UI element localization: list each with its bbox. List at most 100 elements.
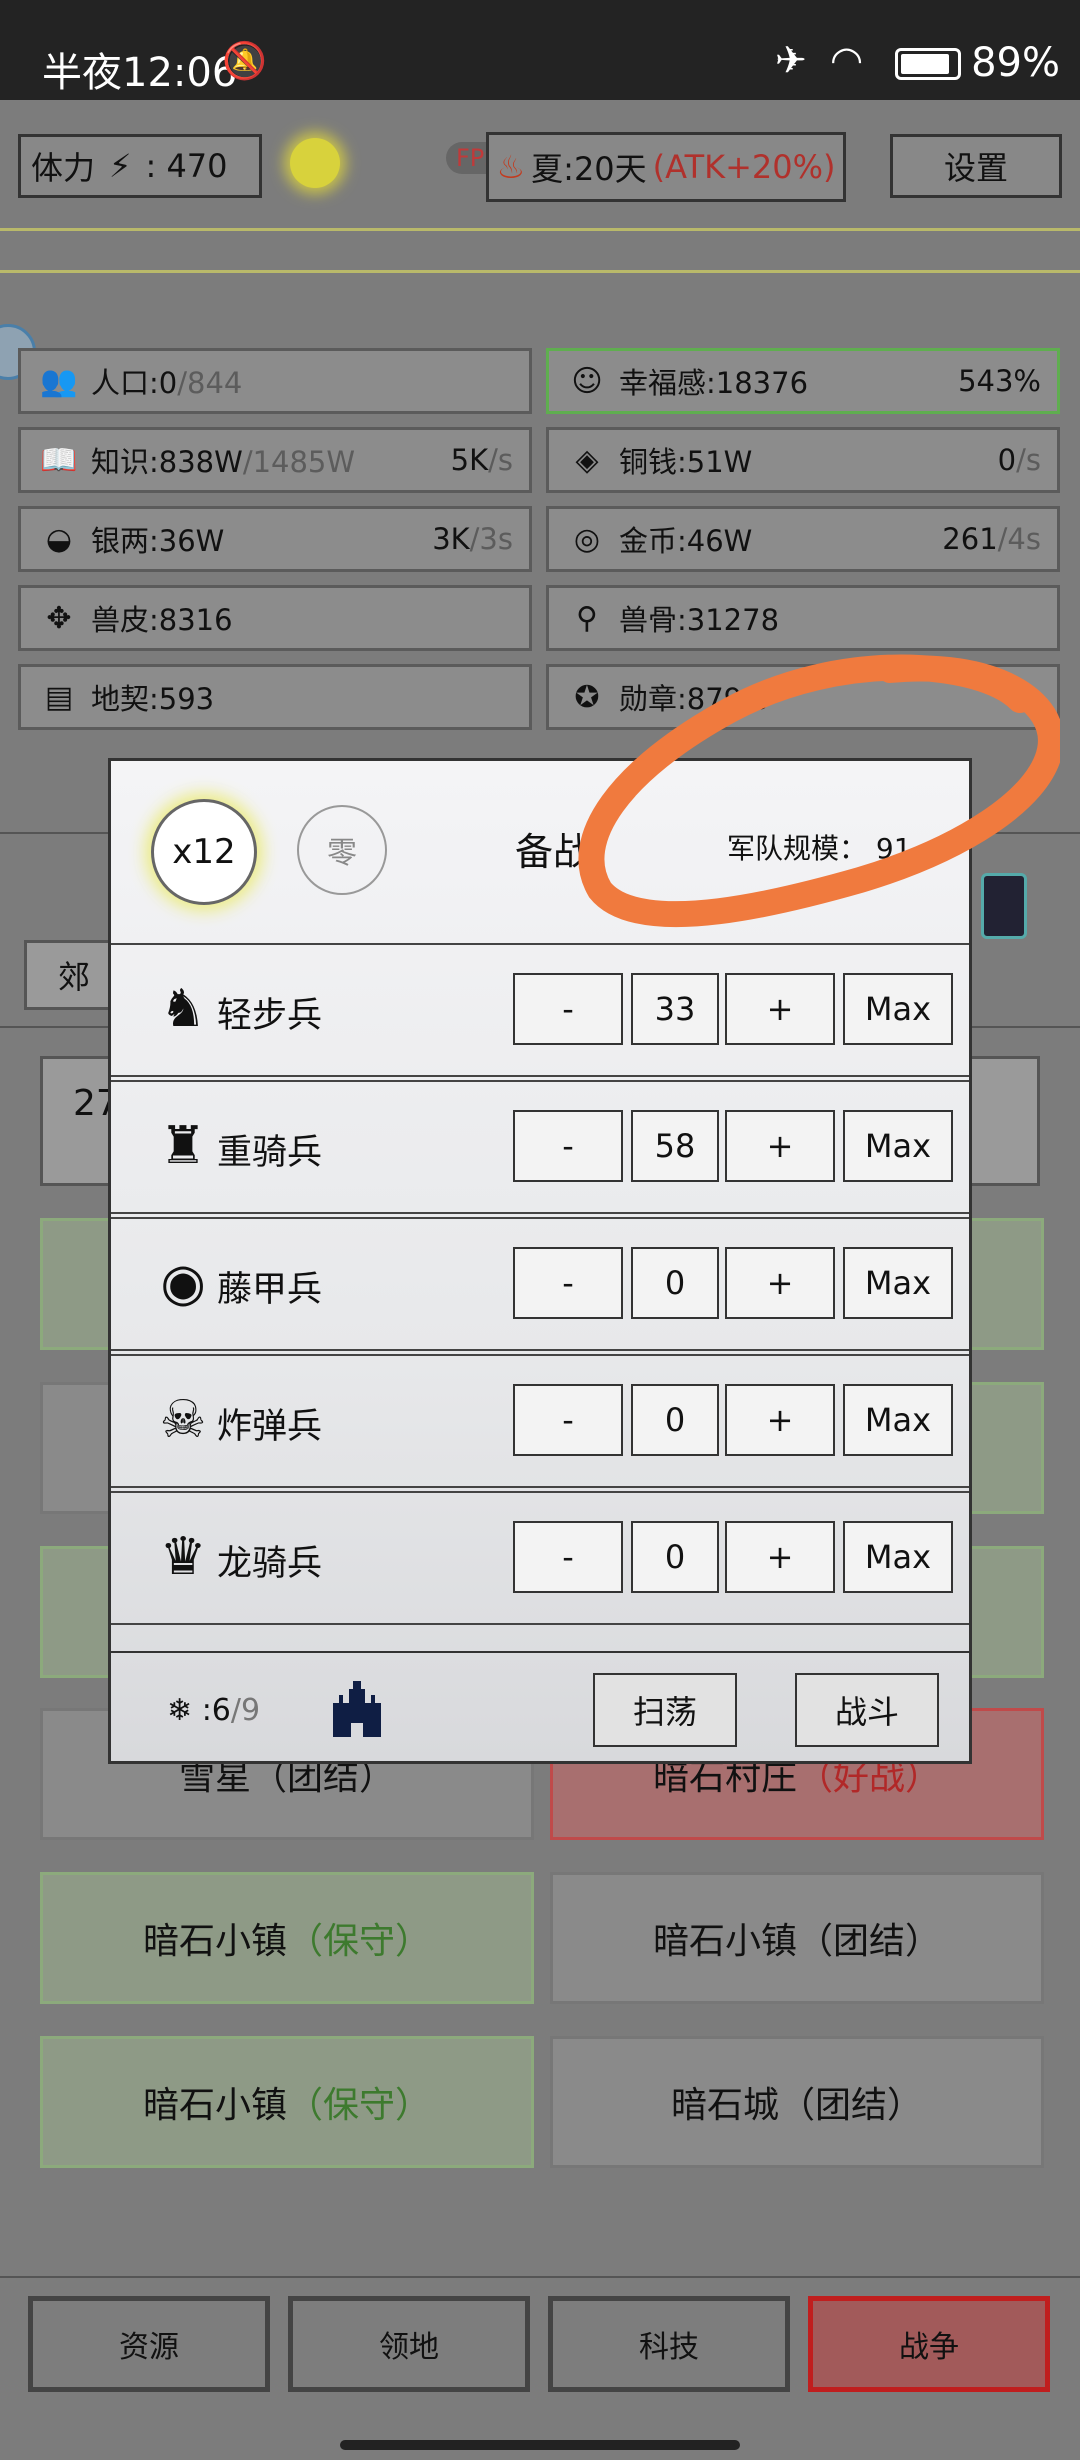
unit-count-field[interactable]: 0 <box>631 1384 719 1456</box>
multiplier-button[interactable]: x12 <box>151 799 257 905</box>
resource-rate-unit: /s <box>1016 443 1041 477</box>
book-icon: 📖 <box>40 442 78 478</box>
zero-button[interactable]: 零 <box>297 805 387 895</box>
target-card[interactable]: 暗石小镇 （保守） <box>40 1872 534 2004</box>
unit-name: 炸弹兵 <box>217 1407 323 1447</box>
divider <box>111 1651 969 1653</box>
season-label: 夏:20天 <box>531 150 647 188</box>
status-bar: 半夜12:06 🔕 ✈ ◠ 89% <box>0 0 1080 100</box>
stamina-box: 体力 ⚡ : 470 <box>18 134 262 198</box>
target-tag: （团结） <box>779 2085 924 2126</box>
unit-row: ♛ 龙骑兵 -0 + Max <box>111 1491 969 1625</box>
target-name: 暗石小镇 <box>652 1921 797 1962</box>
unit-name: 龙骑兵 <box>217 1544 323 1584</box>
decrease-button[interactable]: - <box>513 1247 623 1319</box>
deed-icon: ▤ <box>44 679 74 715</box>
sun-icon <box>290 138 340 188</box>
resource-rate: 261 <box>942 522 998 556</box>
bottom-nav: 资源 领地 科技 战争 <box>28 2296 1052 2392</box>
unit-name: 藤甲兵 <box>217 1270 323 1310</box>
nav-tab-3[interactable]: 战争 <box>808 2296 1050 2392</box>
resource-name: 兽骨:31278 <box>619 603 780 637</box>
target-name: 暗石小镇 <box>142 1921 287 1962</box>
settings-button[interactable]: 设置 <box>890 134 1062 198</box>
sweep-button[interactable]: 扫荡 <box>593 1673 737 1747</box>
airplane-icon: ✈ <box>775 38 807 82</box>
divider <box>0 228 1080 231</box>
unit-name: 轻步兵 <box>217 996 323 1036</box>
nav-tab-1[interactable]: 领地 <box>288 2296 530 2392</box>
divider <box>0 270 1080 273</box>
fire-icon: ♨ <box>496 148 526 186</box>
snow-count: :6 <box>201 1693 231 1728</box>
pelt-icon: ✥ <box>46 600 72 636</box>
target-tag: （保守） <box>287 2085 432 2126</box>
target-card[interactable]: 暗石城 （团结） <box>550 2036 1044 2168</box>
unit-count-field[interactable]: 0 <box>631 1247 719 1319</box>
resource-name: 知识:838W <box>91 445 243 479</box>
target-name: 暗石城 <box>670 2085 779 2126</box>
unit-count-field[interactable]: 33 <box>631 973 719 1045</box>
divider <box>0 2276 1080 2278</box>
resource-cap: /1485W <box>242 445 356 479</box>
season-bonus: (ATK+20%) <box>652 148 836 186</box>
max-button[interactable]: Max <box>843 1247 953 1319</box>
increase-button[interactable]: + <box>725 1110 835 1182</box>
increase-button[interactable]: + <box>725 1521 835 1593</box>
shield-icon: ◉ <box>160 1253 206 1313</box>
spartan-helmet-icon: ♜ <box>159 1116 207 1176</box>
increase-button[interactable]: + <box>725 973 835 1045</box>
clock: 半夜12:06 <box>42 50 238 96</box>
max-button[interactable]: Max <box>843 973 953 1045</box>
unit-count-field[interactable]: 58 <box>631 1110 719 1182</box>
helmet-icon: ♞ <box>159 979 207 1039</box>
resource-0: 👥 人口:0/844 <box>18 348 532 414</box>
resource-rate-unit: /4s <box>997 522 1041 556</box>
snow-total: /9 <box>230 1693 261 1728</box>
knight-helmet-icon: ♛ <box>159 1527 207 1587</box>
max-button[interactable]: Max <box>843 1521 953 1593</box>
ingot-icon: ◒ <box>45 521 73 557</box>
max-button[interactable]: Max <box>843 1384 953 1456</box>
max-button[interactable]: Max <box>843 1110 953 1182</box>
target-tag: （团结） <box>797 1921 942 1962</box>
season-box: ♨ 夏:20天 (ATK+20%) <box>486 132 846 202</box>
battery-icon <box>895 48 961 80</box>
resource-rate: 543% <box>958 364 1041 398</box>
battery-percent: 89% <box>971 40 1060 86</box>
decrease-button[interactable]: - <box>513 1384 623 1456</box>
decrease-button[interactable]: - <box>513 973 623 1045</box>
resource-6: ✥ 兽皮:8316 <box>18 585 532 651</box>
snow-counter: ❄ :6/9 <box>167 1693 260 1728</box>
decrease-button[interactable]: - <box>513 1521 623 1593</box>
wifi-icon: ◠ <box>830 38 864 82</box>
resource-cap: /844 <box>177 366 243 400</box>
target-tag: （保守） <box>287 1921 432 1962</box>
decrease-button[interactable]: - <box>513 1110 623 1182</box>
unit-row: ◉ 藤甲兵 -0 + Max <box>111 1217 969 1351</box>
coin-icon: ◈ <box>575 442 599 478</box>
fight-button[interactable]: 战斗 <box>795 1673 939 1747</box>
increase-button[interactable]: + <box>725 1384 835 1456</box>
smile-icon: ☺ <box>571 363 603 399</box>
target-card[interactable]: 暗石小镇 （保守） <box>40 2036 534 2168</box>
nav-tab-2[interactable]: 科技 <box>548 2296 790 2392</box>
home-indicator[interactable] <box>340 2440 740 2450</box>
bone-icon: ⚲ <box>576 600 598 636</box>
resource-8: ▤ 地契:593 <box>18 664 532 730</box>
resource-2: 📖 知识:838W/1485W 5K/s <box>18 427 532 493</box>
unit-count-field[interactable]: 0 <box>631 1521 719 1593</box>
unit-row: ♞ 轻步兵 -33 + Max <box>111 943 969 1077</box>
target-card[interactable]: 暗石小镇 （团结） <box>550 1872 1044 2004</box>
unit-row: ☠ 炸弹兵 -0 + Max <box>111 1354 969 1488</box>
stamina-label: 体力 <box>31 149 96 187</box>
resource-3: ◈ 铜钱:51W 0/s <box>546 427 1060 493</box>
nav-tab-0[interactable]: 资源 <box>28 2296 270 2392</box>
castle-icon[interactable] <box>329 1679 385 1737</box>
resource-4: ◒ 银两:36W 3K/3s <box>18 506 532 572</box>
orange-scribble-annotation <box>578 654 1060 928</box>
resource-rate-unit: /s <box>488 443 513 477</box>
bomb-icon: ☠ <box>159 1390 207 1450</box>
resource-name: 幸福感:18376 <box>619 366 809 400</box>
increase-button[interactable]: + <box>725 1247 835 1319</box>
